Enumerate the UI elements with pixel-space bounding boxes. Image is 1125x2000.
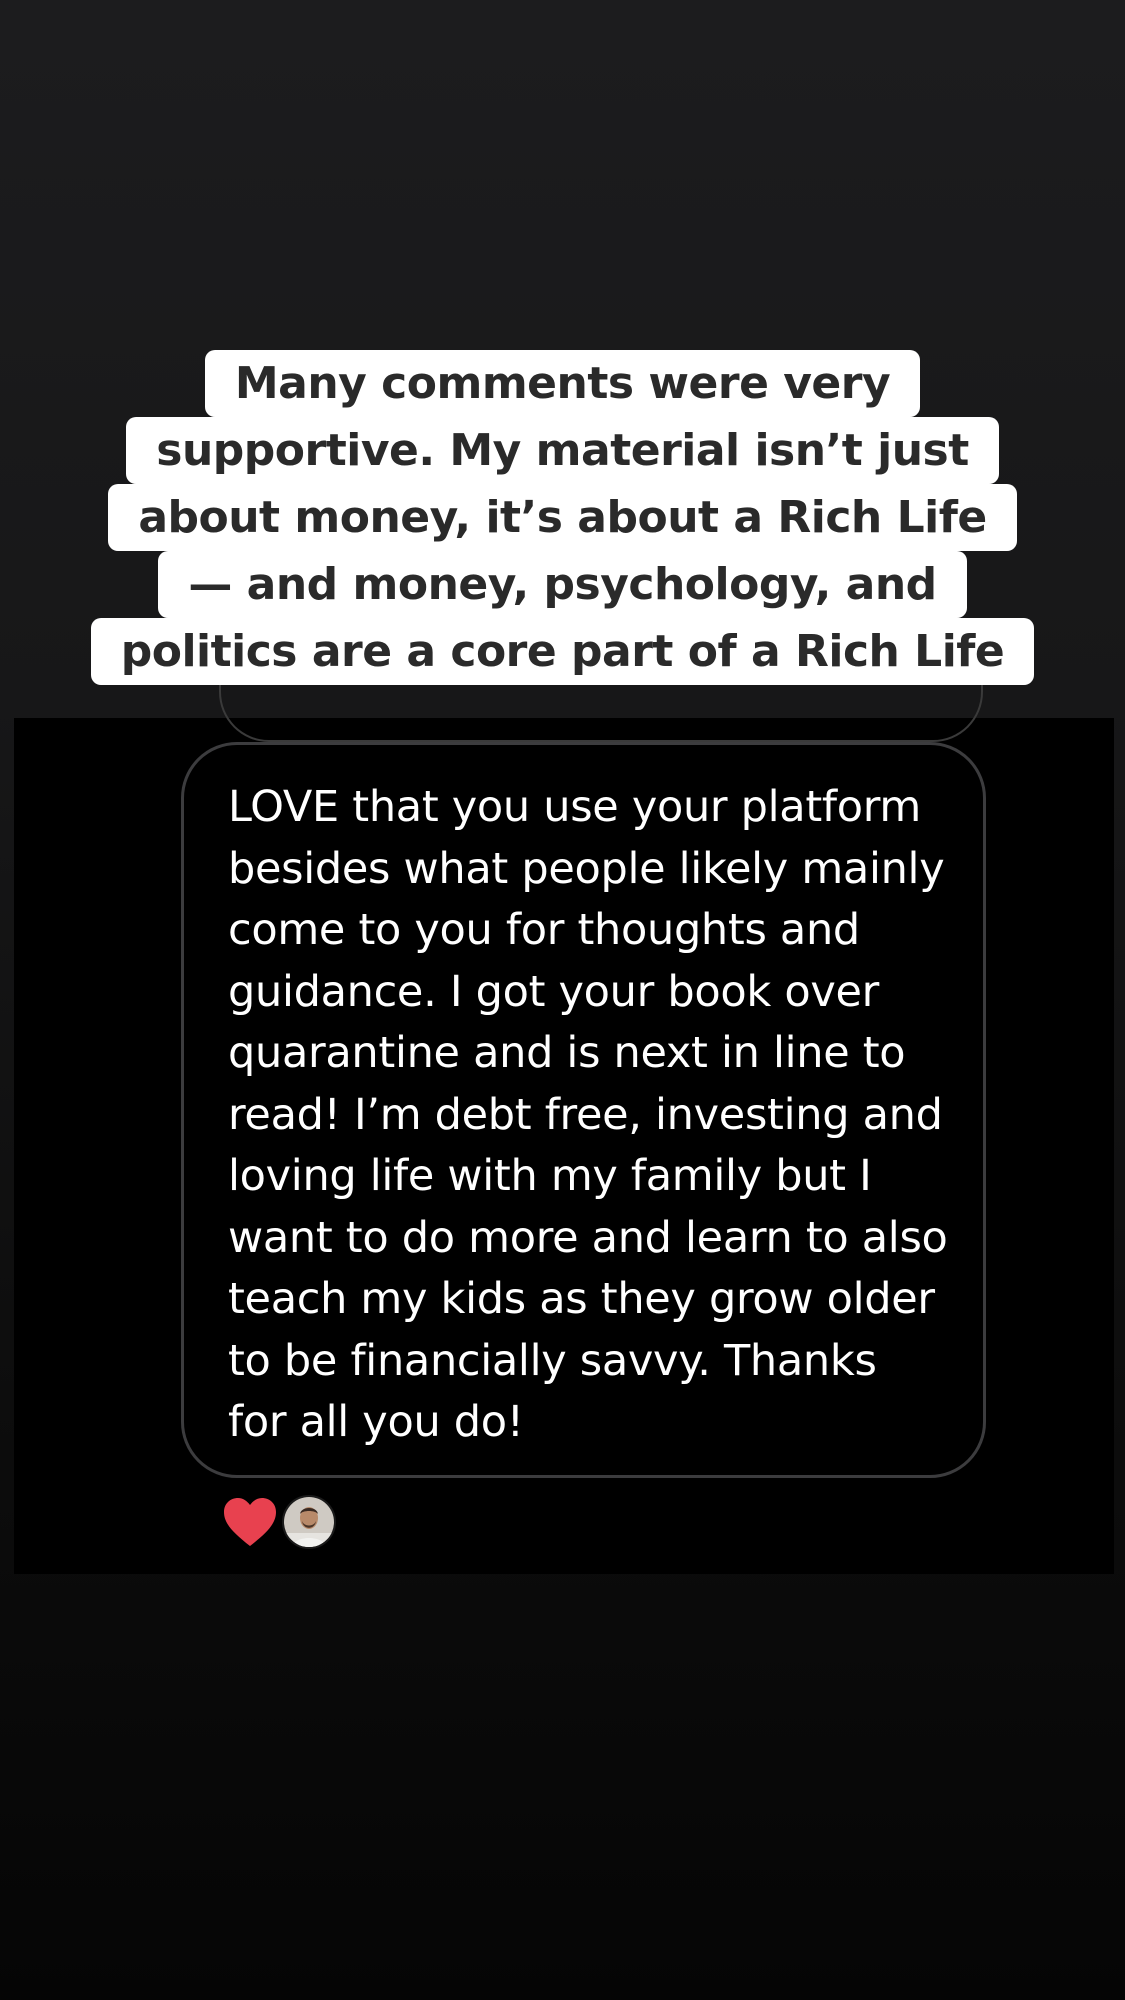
message-line: want to do more and learn to also: [228, 1212, 948, 1263]
message-reactions[interactable]: [222, 1494, 336, 1550]
message-bubble[interactable]: LOVE that you use your platform besides …: [181, 742, 986, 1478]
message-line: for all you do!: [228, 1397, 524, 1447]
message-line: to be financially savvy. Thanks: [228, 1335, 877, 1386]
message-line: besides what people likely mainly: [228, 843, 945, 894]
story-caption: Many comments were very supportive. My m…: [0, 350, 1125, 685]
message-line: read! I’m debt free, investing and: [228, 1089, 943, 1140]
caption-line: politics are a core part of a Rich Life: [90, 618, 1035, 685]
dm-screenshot-panel: LOVE that you use your platform besides …: [14, 678, 1114, 1574]
message-line: guidance. I got your book over: [228, 966, 880, 1017]
caption-line: — and money, psychology, and: [158, 551, 967, 618]
message-line: loving life with my family but I: [228, 1151, 872, 1201]
caption-line: about money, it’s about a Rich Life: [108, 484, 1017, 551]
avatar[interactable]: [282, 1495, 336, 1549]
message-line: teach my kids as they grow older: [228, 1274, 935, 1324]
message-line: LOVE that you use your platform: [228, 782, 921, 832]
caption-line: Many comments were very: [204, 350, 921, 417]
message-line: quarantine and is next in line to: [228, 1028, 906, 1078]
heart-icon[interactable]: [222, 1496, 278, 1548]
message-line: come to you for thoughts and: [228, 905, 860, 955]
previous-message-bubble: [219, 678, 983, 742]
caption-line: supportive. My material isn’t just: [126, 417, 999, 484]
